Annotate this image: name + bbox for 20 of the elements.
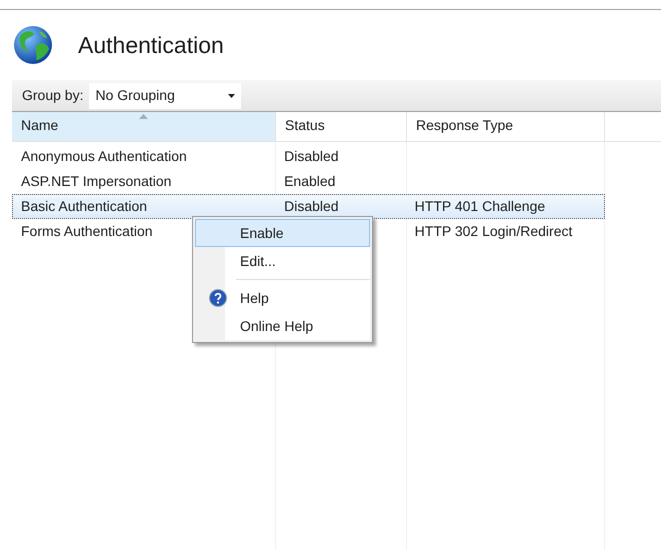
name-cell[interactable]: Forms Authentication bbox=[21, 223, 153, 239]
sort-arrow-icon bbox=[139, 114, 148, 119]
status-cell: Disabled bbox=[284, 198, 339, 214]
group-by-label: Group by: bbox=[22, 86, 84, 105]
menu-item[interactable]: Edit... bbox=[195, 247, 370, 275]
menu-item[interactable]: Online Help bbox=[195, 312, 370, 340]
response-type-cell: HTTP 401 Challenge bbox=[414, 198, 546, 214]
group-by-dropdown[interactable]: No Grouping bbox=[89, 82, 242, 108]
response-type-cell: HTTP 302 Login/Redirect bbox=[414, 223, 572, 239]
name-cell[interactable]: Basic Authentication bbox=[21, 198, 148, 214]
dropdown-caret-icon bbox=[228, 94, 236, 98]
status-cell: Disabled bbox=[284, 148, 339, 164]
column-header[interactable]: Name bbox=[12, 112, 276, 141]
name-cell[interactable]: ASP.NET Impersonation bbox=[21, 173, 172, 189]
status-cell: Enabled bbox=[284, 173, 336, 189]
menu-item[interactable]: Enable bbox=[195, 219, 370, 247]
menu-item[interactable]: Help bbox=[195, 284, 370, 312]
name-cell[interactable]: Anonymous Authentication bbox=[21, 148, 187, 164]
page-title: Authentication bbox=[78, 30, 224, 60]
globe-icon bbox=[12, 24, 54, 66]
